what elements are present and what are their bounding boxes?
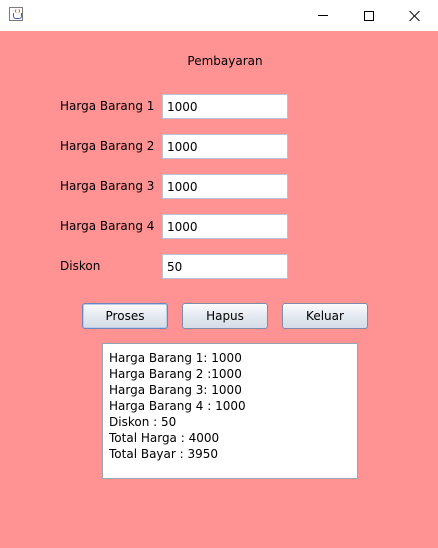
result-line: Harga Barang 2 :1000 [109, 367, 242, 381]
keluar-button[interactable]: Keluar [282, 303, 368, 329]
page-title: Pembayaran [187, 54, 263, 68]
diskon-input[interactable] [162, 254, 288, 279]
minimize-icon [318, 15, 328, 16]
maximize-icon [364, 10, 374, 21]
harga-barang-1-input[interactable] [162, 94, 288, 119]
close-button[interactable] [392, 0, 438, 31]
harga-barang-2-input[interactable] [162, 134, 288, 159]
app-window: Pembayaran Harga Barang 1 Harga Barang 2… [0, 0, 438, 548]
label-diskon: Diskon [60, 259, 101, 273]
close-icon [409, 10, 421, 22]
result-line: Harga Barang 3: 1000 [109, 383, 242, 397]
label-harga-barang-2: Harga Barang 2 [60, 139, 155, 153]
label-harga-barang-1: Harga Barang 1 [60, 99, 155, 113]
maximize-button[interactable] [346, 0, 392, 31]
harga-barang-3-input[interactable] [162, 174, 288, 199]
minimize-button[interactable] [300, 0, 346, 31]
result-line: Total Harga : 4000 [109, 431, 220, 445]
result-line: Diskon : 50 [109, 415, 177, 429]
result-text-area[interactable]: Harga Barang 1: 1000 Harga Barang 2 :100… [102, 343, 358, 479]
java-cup-icon[interactable] [9, 7, 23, 21]
title-bar[interactable] [0, 0, 438, 32]
proses-button[interactable]: Proses [82, 303, 168, 329]
result-line: Harga Barang 4 : 1000 [109, 399, 246, 413]
label-harga-barang-3: Harga Barang 3 [60, 179, 155, 193]
result-line: Total Bayar : 3950 [109, 447, 219, 461]
label-harga-barang-4: Harga Barang 4 [60, 219, 155, 233]
result-line: Harga Barang 1: 1000 [109, 351, 242, 365]
hapus-button[interactable]: Hapus [182, 303, 268, 329]
harga-barang-4-input[interactable] [162, 214, 288, 239]
